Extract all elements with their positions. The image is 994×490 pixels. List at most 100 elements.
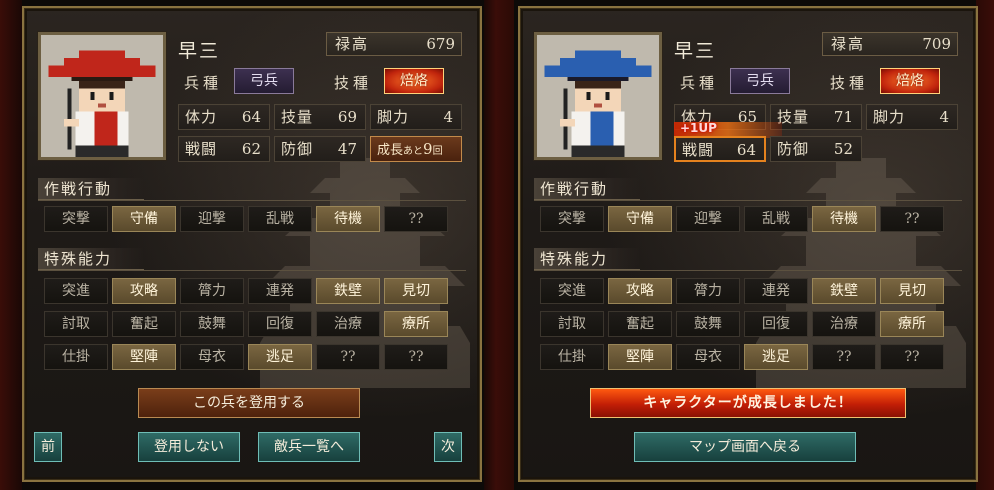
character-portrait (38, 32, 166, 160)
unit-type-label: 兵種 (184, 74, 223, 92)
growth-small: あと (403, 146, 424, 157)
ability-chip-11: 治療 (316, 311, 380, 337)
ability-chip-4: 連発 (744, 278, 808, 304)
stipend-value: 709 (922, 35, 951, 53)
ability-chip-18: ?? (384, 344, 448, 370)
stat-label: 体力 (185, 108, 218, 126)
decline-button[interactable]: 登用しない (138, 432, 240, 462)
ability-chip-15: 母衣 (676, 344, 740, 370)
recruit-button[interactable]: この兵を登用する (138, 388, 360, 418)
stat-label: 戦闘 (682, 141, 715, 159)
tactic-chip-6: ?? (880, 206, 944, 232)
stipend-label: 禄高 (831, 35, 866, 53)
ability-chip-12: 療所 (384, 311, 448, 337)
growth-panel: 早三 禄高 709 兵種 弓兵 技種 焙烙 体力 65 技量 71 脚力 4 +… (518, 6, 978, 482)
tactic-chip-2: 守備 (608, 206, 672, 232)
tactic-chip-3: 迎撃 (180, 206, 244, 232)
stat-value: 47 (337, 140, 357, 158)
ability-chip-2: 攻略 (608, 278, 672, 304)
stipend-box: 禄高 709 (822, 32, 958, 56)
stat-label: 戦闘 (185, 140, 218, 158)
growth-remaining-badge: 成長あと9回 (370, 136, 462, 162)
skill-type-tag: 焙烙 (880, 68, 940, 94)
unit-type-label: 兵種 (680, 74, 719, 92)
ability-chip-8: 奮起 (608, 311, 672, 337)
stat-value: 62 (241, 140, 261, 158)
ability-chip-5: 鉄壁 (316, 278, 380, 304)
stat-speed: 脚力 4 (866, 104, 958, 130)
divider (38, 200, 466, 201)
tactic-chip-4: 乱戦 (248, 206, 312, 232)
ability-chip-17: ?? (316, 344, 380, 370)
ability-chip-12: 療所 (880, 311, 944, 337)
stat-value: 64 (241, 108, 261, 126)
ability-chip-6: 見切 (880, 278, 944, 304)
ability-chip-6: 見切 (384, 278, 448, 304)
recruit-panel: 早三 禄高 679 兵種 弓兵 技種 焙烙 体力 64 技量 69 脚力 4 戦… (22, 6, 482, 482)
stat-value: 4 (939, 108, 949, 126)
stat-value: 4 (443, 108, 453, 126)
character-portrait (534, 32, 662, 160)
stat-defense: 防御 52 (770, 136, 862, 162)
divider (38, 270, 466, 271)
ability-chip-8: 奮起 (112, 311, 176, 337)
abilities-title: 特殊能力 (534, 248, 640, 270)
ability-chip-2: 攻略 (112, 278, 176, 304)
stat-combat: 戦闘 62 (178, 136, 270, 162)
divider (534, 200, 962, 201)
growth-label: 成長 (377, 143, 404, 158)
ability-chip-14: 堅陣 (112, 344, 176, 370)
character-name: 早三 (674, 40, 717, 62)
stat-value: 52 (833, 140, 853, 158)
stipend-value: 679 (426, 35, 455, 53)
ability-chip-15: 母衣 (180, 344, 244, 370)
tactic-chip-4: 乱戦 (744, 206, 808, 232)
background-edge (0, 0, 22, 490)
background-divider (484, 0, 514, 490)
stat-hp: 体力 64 (178, 104, 270, 130)
ability-chip-3: 膂力 (180, 278, 244, 304)
unit-type-tag: 弓兵 (234, 68, 294, 94)
stipend-box: 禄高 679 (326, 32, 462, 56)
tactic-chip-1: 突撃 (540, 206, 604, 232)
stat-combat: 戦闘 64 (674, 136, 766, 162)
ability-chip-4: 連発 (248, 278, 312, 304)
stat-label: 技量 (281, 108, 314, 126)
archer-avatar (41, 35, 163, 157)
growth-banner: キャラクターが成長しました！ (590, 388, 906, 418)
ability-chip-13: 仕掛 (44, 344, 108, 370)
ability-chip-10: 回復 (744, 311, 808, 337)
stat-skill: 技量 69 (274, 104, 366, 130)
growth-count: 9 (423, 140, 433, 158)
ability-chip-16: 逃足 (248, 344, 312, 370)
tactic-chip-3: 迎撃 (676, 206, 740, 232)
divider (534, 270, 962, 271)
ability-chip-10: 回復 (248, 311, 312, 337)
tactic-chip-2: 守備 (112, 206, 176, 232)
ability-chip-7: 討取 (540, 311, 604, 337)
tactic-chip-6: ?? (384, 206, 448, 232)
tactics-title: 作戦行動 (534, 178, 640, 200)
ability-chip-18: ?? (880, 344, 944, 370)
enemy-list-button[interactable]: 敵兵一覧へ (258, 432, 360, 462)
background-edge (976, 0, 994, 490)
stat-value: 71 (833, 108, 853, 126)
stat-defense: 防御 47 (274, 136, 366, 162)
stipend-label: 禄高 (335, 35, 370, 53)
growth-unit: 回 (432, 146, 443, 157)
prev-button[interactable]: 前 (34, 432, 62, 462)
abilities-title: 特殊能力 (38, 248, 144, 270)
next-button[interactable]: 次 (434, 432, 462, 462)
ability-chip-14: 堅陣 (608, 344, 672, 370)
tactic-chip-5: 待機 (316, 206, 380, 232)
ability-chip-3: 膂力 (676, 278, 740, 304)
stat-label: 防御 (777, 140, 810, 158)
stat-skill: 技量 71 (770, 104, 862, 130)
skill-type-label: 技種 (830, 74, 869, 92)
skill-type-label: 技種 (334, 74, 373, 92)
stat-label: 脚力 (873, 108, 906, 126)
ability-chip-9: 鼓舞 (180, 311, 244, 337)
levelup-badge: +1UP (680, 121, 717, 135)
stat-value: 69 (337, 108, 357, 126)
back-to-map-button[interactable]: マップ画面へ戻る (634, 432, 856, 462)
